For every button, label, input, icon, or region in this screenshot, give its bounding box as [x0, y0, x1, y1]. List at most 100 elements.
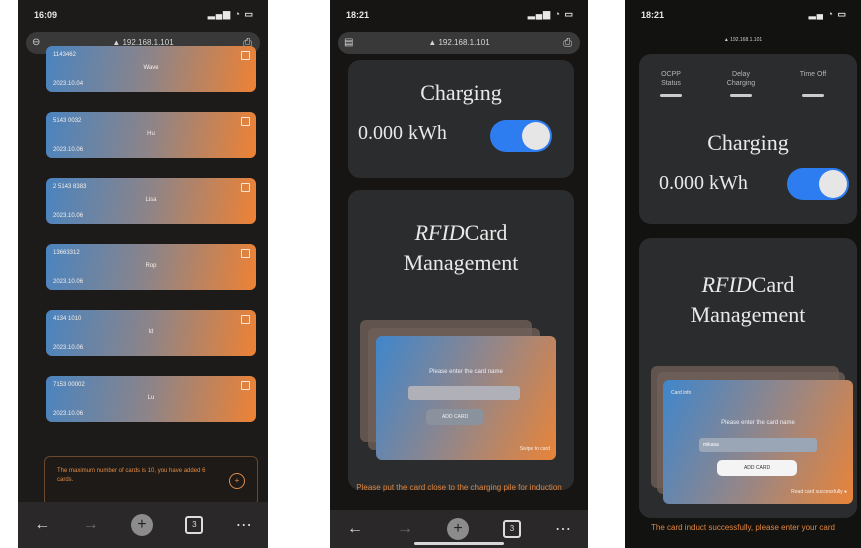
card-name-prompt: Please enter the card name: [429, 369, 503, 375]
card-date: 2023.10.06: [53, 213, 84, 219]
delete-icon[interactable]: [241, 315, 250, 324]
address-bar[interactable]: ▤ ▲ 192.168.1.101 ⎙: [338, 32, 580, 54]
card-number: 1143462: [53, 52, 76, 58]
add-card-form: Card info Please enter the card name mik…: [663, 380, 853, 504]
card-name: Hu: [147, 131, 155, 137]
card-item[interactable]: 4134 1010 Id 2023.10.06: [46, 310, 256, 356]
toggle-knob: [522, 122, 550, 150]
delete-icon[interactable]: [241, 381, 250, 390]
rfid-title: RFIDCard Management: [348, 218, 574, 278]
home-indicator: [414, 542, 504, 545]
card-number: 7153 00002: [53, 382, 85, 388]
rfid-panel: RFIDCard Management Card info Please ent…: [639, 238, 857, 518]
card-info-label: Card info: [671, 390, 692, 396]
card-name: Id: [148, 329, 154, 335]
phone-screenshot-card-list: 16:09 ▂▄▆ ◔ ▭ ⊖ ▲ 192.168.1.101 ⎙ 114346…: [18, 0, 268, 548]
status-dot-icon: ●: [843, 489, 847, 495]
url-text: ▲ 192.168.1.101: [723, 37, 763, 43]
delete-icon[interactable]: [241, 117, 250, 126]
delay-charging-label: Delay Charging: [726, 71, 756, 87]
card-item[interactable]: 7153 00002 Lu 2023.10.06: [46, 376, 256, 422]
card-item[interactable]: 13663312 Rop 2023.10.06: [46, 244, 256, 290]
card-item[interactable]: 1143462 Wave 2023.10.04: [46, 46, 256, 92]
rfid-management: Management: [403, 250, 519, 275]
card-item[interactable]: 2 5143 8383 Lisa 2023.10.06: [46, 178, 256, 224]
card-date: 2023.10.06: [53, 411, 84, 417]
card-date: 2023.10.04: [53, 81, 84, 87]
card-name: Lu: [147, 395, 155, 401]
card-date: 2023.10.06: [53, 147, 84, 153]
rfid-card-word: Card: [464, 220, 508, 245]
charging-toggle[interactable]: [490, 120, 552, 152]
card-item[interactable]: 5143 0032 Hu 2023.10.06: [46, 112, 256, 158]
add-card-form: Please enter the card name ADD CARD Swip…: [376, 336, 556, 460]
charging-panel: Charging 0.000 kWh: [348, 60, 574, 178]
phone-screenshot-card-read: 18:21 ▂▄ ◔ ▭ ▲ 192.168.1.101 OCPP Status…: [625, 0, 861, 548]
induction-hint: Please put the card close to the chargin…: [356, 483, 562, 492]
rfid-title: RFIDCard Management: [639, 270, 857, 330]
add-card-button[interactable]: ADD CARD: [426, 409, 484, 425]
rfid-card-list: 1143462 Wave 2023.10.04 5143 0032 Hu 202…: [46, 46, 256, 442]
charging-toggle[interactable]: [787, 168, 849, 200]
lock-icon: ▲: [428, 38, 437, 47]
card-limit-notice: The maximum number of cards is 10, you h…: [44, 456, 258, 506]
energy-value: 0.000 kWh: [659, 172, 748, 194]
plus-circle-icon[interactable]: +: [229, 473, 245, 489]
browser-toolbar: ← → + 3 ⋯: [18, 502, 268, 548]
delete-icon[interactable]: [241, 249, 250, 258]
rfid-italic: RFID: [701, 272, 752, 297]
card-number: 2 5143 8383: [53, 184, 87, 190]
reader-icon[interactable]: ▤: [344, 32, 353, 54]
back-arrow-icon[interactable]: ←: [347, 520, 363, 538]
card-name: Lisa: [145, 197, 157, 203]
card-name-input[interactable]: mikasa: [699, 438, 817, 452]
signal-battery-icon: ▂▄ ◔ ▭: [808, 9, 847, 19]
signal-battery-icon: ▂▄▆ ◔ ▭: [207, 9, 254, 19]
energy-value: 0.000 kWh: [358, 122, 447, 144]
tabs-icon[interactable]: 3: [503, 520, 521, 538]
status-bar: 18:21 ▂▄▆ ◔ ▭: [330, 0, 588, 30]
new-tab-icon[interactable]: +: [447, 518, 469, 540]
card-date: 2023.10.06: [53, 345, 84, 351]
charging-panel: OCPP Status Delay Charging Time Off Char…: [639, 54, 857, 224]
rfid-italic: RFID: [414, 220, 465, 245]
time-off-indicator: [802, 94, 824, 97]
share-icon[interactable]: ⎙: [563, 32, 572, 54]
tabs-icon[interactable]: 3: [185, 516, 204, 534]
signal-battery-icon: ▂▄▆ ◔ ▭: [527, 9, 574, 19]
swipe-status: Swipe to card: [519, 446, 550, 452]
card-number: 5143 0032: [53, 118, 82, 124]
card-name-input[interactable]: [408, 386, 520, 400]
delete-icon[interactable]: [241, 51, 250, 60]
add-card-button[interactable]: ADD CARD: [717, 460, 797, 476]
rfid-management: Management: [690, 302, 806, 327]
notice-text: The maximum number of cards is 10, you h…: [57, 468, 206, 483]
status-time: 18:21: [641, 10, 665, 20]
url-text: 192.168.1.101: [438, 38, 490, 47]
read-status: Read card successfully ●: [791, 489, 847, 495]
induction-hint: The card induct successfully, please ent…: [651, 523, 835, 532]
card-number: 4134 1010: [53, 316, 82, 322]
card-number: 13663312: [53, 250, 80, 256]
rfid-panel: RFIDCard Management Please enter the car…: [348, 190, 574, 490]
more-icon[interactable]: ⋯: [236, 515, 252, 535]
time-off-label: Time Off: [799, 71, 827, 78]
ocpp-status-indicator: [660, 94, 682, 97]
card-name: Wave: [143, 65, 159, 71]
back-arrow-icon[interactable]: ←: [34, 516, 50, 534]
delete-icon[interactable]: [241, 183, 250, 192]
forward-arrow-icon[interactable]: →: [83, 516, 99, 534]
card-date: 2023.10.06: [53, 279, 84, 285]
card-name-prompt: Please enter the card name: [721, 420, 795, 426]
ocpp-status-label: OCPP Status: [661, 71, 681, 87]
phone-screenshot-add-card: 18:21 ▂▄▆ ◔ ▭ ▤ ▲ 192.168.1.101 ⎙ Chargi…: [330, 0, 588, 548]
forward-arrow-icon[interactable]: →: [397, 520, 413, 538]
status-time: 18:21: [346, 10, 370, 20]
status-time: 16:09: [34, 10, 58, 20]
delay-charging-indicator: [730, 94, 752, 97]
status-bar: 18:21 ▂▄ ◔ ▭: [625, 0, 861, 30]
more-icon[interactable]: ⋯: [555, 519, 571, 539]
menu-icon[interactable]: ⊖: [32, 32, 40, 54]
status-bar: 16:09 ▂▄▆ ◔ ▭: [18, 0, 268, 30]
new-tab-icon[interactable]: +: [130, 514, 153, 536]
